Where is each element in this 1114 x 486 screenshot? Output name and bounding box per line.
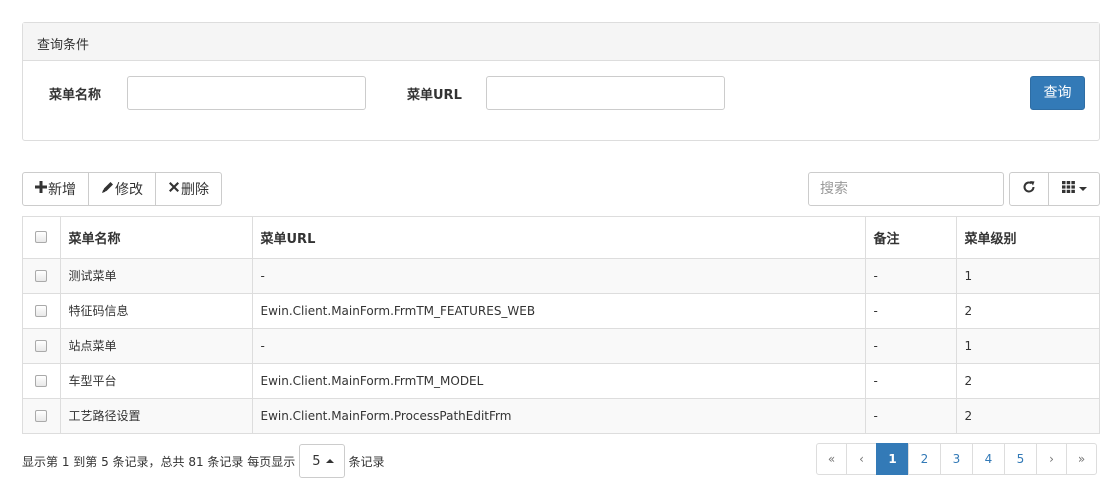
page-first-button[interactable]: « bbox=[816, 443, 847, 475]
table-row[interactable]: 特征码信息 Ewin.Client.MainForm.FrmTM_FEATURE… bbox=[23, 292, 1099, 328]
cell-menu-name: 特征码信息 bbox=[59, 292, 252, 328]
row-select-cell bbox=[23, 362, 60, 398]
columns-toggle-button[interactable] bbox=[1048, 172, 1100, 206]
cell-menu-level: 2 bbox=[955, 362, 1099, 398]
cell-menu-name: 车型平台 bbox=[59, 362, 252, 398]
pagination-info-text: 显示第 1 到第 5 条记录，总共 81 条记录 每页显示 bbox=[22, 454, 296, 469]
row-select-cell bbox=[23, 292, 60, 328]
refresh-icon bbox=[1022, 180, 1036, 198]
grid-icon bbox=[1061, 181, 1075, 197]
times-icon bbox=[168, 181, 180, 197]
delete-button[interactable]: 删除 bbox=[155, 172, 222, 206]
cell-menu-url: Ewin.Client.MainForm.FrmTM_MODEL bbox=[251, 362, 865, 398]
select-all-checkbox[interactable] bbox=[35, 231, 48, 244]
pagination-info-suffix: 条记录 bbox=[348, 454, 385, 469]
select-all-cell bbox=[23, 217, 60, 259]
table-row[interactable]: 车型平台 Ewin.Client.MainForm.FrmTM_MODEL - … bbox=[23, 362, 1099, 398]
table-row[interactable]: 测试菜单 - - 1 bbox=[23, 257, 1099, 293]
edit-button-label: 修改 bbox=[115, 182, 143, 198]
cell-menu-level: 1 bbox=[955, 257, 1099, 293]
row-checkbox[interactable] bbox=[35, 375, 48, 387]
cell-menu-name: 工艺路径设置 bbox=[59, 397, 252, 433]
column-header-name[interactable]: 菜单名称 bbox=[59, 217, 252, 259]
pencil-icon bbox=[101, 181, 114, 198]
page-size-dropdown[interactable]: 5 bbox=[299, 444, 345, 478]
table-search-input[interactable] bbox=[808, 172, 1004, 206]
cell-note: - bbox=[864, 327, 956, 363]
page-number-3[interactable]: 3 bbox=[940, 443, 973, 475]
menu-url-input[interactable] bbox=[486, 76, 725, 110]
action-button-group: 新增 修改 删除 bbox=[22, 172, 222, 206]
cell-note: - bbox=[864, 292, 956, 328]
row-checkbox[interactable] bbox=[35, 270, 48, 282]
menu-url-label: 菜单URL bbox=[407, 88, 462, 103]
edit-button[interactable]: 修改 bbox=[88, 172, 156, 206]
cell-menu-name: 站点菜单 bbox=[59, 327, 252, 363]
cell-note: - bbox=[864, 397, 956, 433]
table-header-row: 菜单名称 菜单URL 备注 菜单级别 bbox=[23, 217, 1099, 259]
add-button-label: 新增 bbox=[48, 182, 76, 198]
page-prev-button[interactable]: ‹ bbox=[846, 443, 877, 475]
column-header-note[interactable]: 备注 bbox=[864, 217, 956, 259]
page-number-5[interactable]: 5 bbox=[1004, 443, 1037, 475]
page-next-button[interactable]: › bbox=[1036, 443, 1067, 475]
row-checkbox[interactable] bbox=[35, 340, 48, 352]
menu-name-input[interactable] bbox=[127, 76, 366, 110]
column-header-url[interactable]: 菜单URL bbox=[251, 217, 865, 259]
query-panel: 查询条件 菜单名称 菜单URL 查询 bbox=[22, 22, 1100, 141]
menu-table: 菜单名称 菜单URL 备注 菜单级别 测试菜单 - - 1 特征码信息 Ewin… bbox=[22, 216, 1100, 434]
page-number-1[interactable]: 1 bbox=[876, 443, 909, 475]
plus-icon bbox=[35, 181, 47, 197]
refresh-button[interactable] bbox=[1009, 172, 1049, 206]
cell-menu-url: Ewin.Client.MainForm.FrmTM_FEATURES_WEB bbox=[251, 292, 865, 328]
row-checkbox[interactable] bbox=[35, 410, 48, 423]
cell-menu-level: 1 bbox=[955, 327, 1099, 363]
cell-menu-level: 2 bbox=[955, 397, 1099, 433]
row-checkbox[interactable] bbox=[35, 305, 48, 317]
column-header-level[interactable]: 菜单级别 bbox=[955, 217, 1099, 259]
pagination-info: 显示第 1 到第 5 条记录，总共 81 条记录 每页显示 5 条记录 bbox=[22, 444, 385, 478]
cell-menu-url: - bbox=[251, 327, 865, 363]
cell-menu-name: 测试菜单 bbox=[59, 257, 252, 293]
cell-note: - bbox=[864, 362, 956, 398]
cell-note: - bbox=[864, 257, 956, 293]
cell-menu-url: Ewin.Client.MainForm.ProcessPathEditFrm bbox=[251, 397, 865, 433]
cell-menu-level: 2 bbox=[955, 292, 1099, 328]
pagination: « ‹ 1 2 3 4 5 › » bbox=[816, 443, 1097, 475]
table-tools-group bbox=[1009, 172, 1100, 206]
delete-button-label: 删除 bbox=[181, 182, 209, 198]
page-number-4[interactable]: 4 bbox=[972, 443, 1005, 475]
page-last-button[interactable]: » bbox=[1066, 443, 1097, 475]
row-select-cell bbox=[23, 397, 60, 433]
table-row[interactable]: 站点菜单 - - 1 bbox=[23, 327, 1099, 363]
caret-up-icon bbox=[325, 459, 334, 463]
page-number-2[interactable]: 2 bbox=[908, 443, 941, 475]
row-select-cell bbox=[23, 257, 60, 293]
query-panel-title: 查询条件 bbox=[23, 23, 1099, 61]
row-select-cell bbox=[23, 327, 60, 363]
add-button[interactable]: 新增 bbox=[22, 172, 89, 206]
cell-menu-url: - bbox=[251, 257, 865, 293]
page-size-value: 5 bbox=[312, 453, 321, 469]
query-button[interactable]: 查询 bbox=[1030, 76, 1085, 110]
chevron-down-icon bbox=[1078, 187, 1087, 191]
menu-name-label: 菜单名称 bbox=[49, 88, 102, 103]
table-row[interactable]: 工艺路径设置 Ewin.Client.MainForm.ProcessPathE… bbox=[23, 397, 1099, 433]
